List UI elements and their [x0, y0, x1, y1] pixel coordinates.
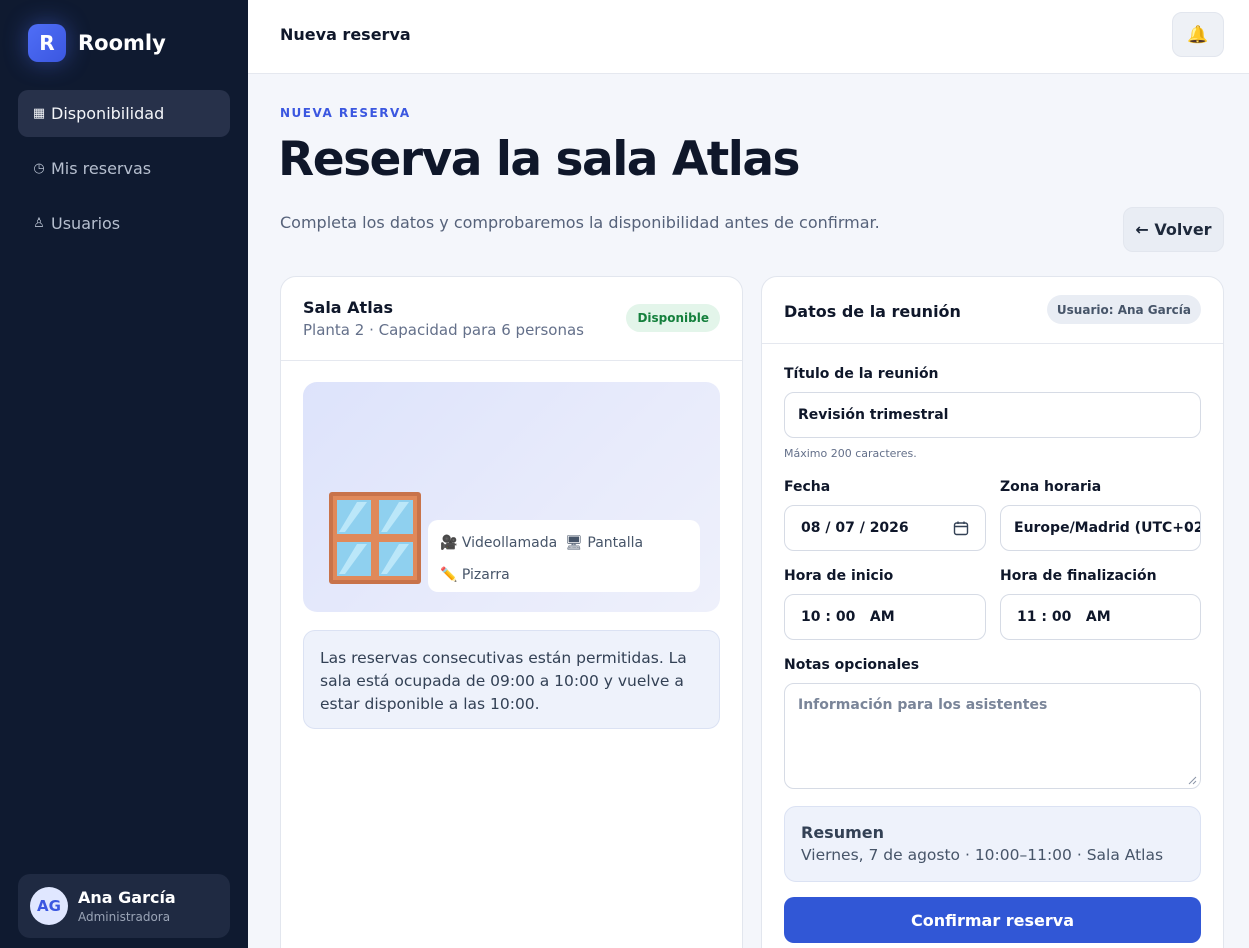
status-badge: Disponible	[626, 304, 720, 332]
sidebar-item-usuarios[interactable]: ♙ Usuarios	[18, 200, 230, 247]
notifications-button[interactable]: 🔔	[1172, 12, 1224, 57]
amenity-videollamada: 🎥 Videollamada	[440, 535, 558, 551]
notes-textarea[interactable]: Información para los asistentes	[784, 683, 1201, 789]
start-time-label: Hora de inicio	[784, 568, 894, 584]
video-camera-icon: 🎥	[440, 535, 458, 551]
room-meta: Planta 2 · Capacidad para 6 personas	[303, 321, 584, 339]
grid-icon: ▦	[32, 106, 46, 121]
eyebrow: NUEVA RESERVA	[280, 106, 411, 120]
pencil-icon: ✏️	[440, 567, 458, 583]
back-button[interactable]: ← Volver	[1123, 207, 1224, 252]
booking-summary: Resumen Viernes, 7 de agosto · 10:00–11:…	[784, 806, 1201, 882]
meeting-title-hint: Máximo 200 caracteres.	[784, 447, 917, 460]
user-info: Ana García Administradora	[78, 888, 176, 924]
sidebar-item-disponibilidad[interactable]: ▦ Disponibilidad	[18, 90, 230, 137]
end-time-input[interactable]: 11 : 00 AM	[1000, 594, 1201, 640]
notes-placeholder: Información para los asistentes	[798, 697, 1048, 713]
topbar-title: Nueva reserva	[280, 25, 411, 44]
chevron-down-icon: ⌄	[1184, 521, 1194, 534]
amenity-pantalla: 🖥 Pantalla	[565, 535, 644, 551]
amenity-pizarra: ✏️ Pizarra	[440, 567, 510, 583]
date-input[interactable]: 08 / 07 / 2026	[784, 505, 986, 551]
topbar: Nueva reserva 🔔	[248, 0, 1249, 74]
page-title: Reserva la sala Atlas	[278, 132, 801, 187]
bell-icon: 🔔	[1187, 24, 1209, 45]
calendar-icon[interactable]	[953, 520, 969, 536]
meeting-title-label: Título de la reunión	[784, 366, 939, 382]
booking-form-card: Datos de la reunión Usuario: Ana García …	[761, 276, 1224, 948]
user-name: Ana García	[78, 888, 176, 907]
brand[interactable]: R Roomly	[28, 24, 166, 62]
sidebar: R Roomly ▦ Disponibilidad ◷ Mis reservas…	[0, 0, 248, 948]
user-pill: Usuario: Ana García	[1046, 295, 1201, 324]
summary-text: Viernes, 7 de agosto · 10:00–11:00 · Sal…	[801, 846, 1164, 864]
timezone-label: Zona horaria	[1000, 479, 1102, 495]
date-value: 08 / 07 / 2026	[801, 520, 909, 536]
screen-icon: 🖥	[565, 535, 583, 551]
room-name: Sala Atlas	[303, 298, 394, 317]
sidebar-item-label: Usuarios	[51, 214, 121, 233]
meeting-title-input[interactable]: Revisión trimestral	[784, 392, 1201, 438]
timezone-select[interactable]: Europe/Madrid (UTC+02:00) ⌄	[1000, 505, 1201, 551]
start-time-value: 10 : 00 AM	[801, 609, 895, 625]
summary-title: Resumen	[801, 823, 884, 842]
notes-label: Notas opcionales	[784, 657, 920, 673]
form-title: Datos de la reunión	[784, 302, 961, 321]
room-card: Sala Atlas Planta 2 · Capacidad para 6 p…	[280, 276, 743, 948]
user-card[interactable]: AG Ana García Administradora	[18, 874, 230, 938]
form-header: Datos de la reunión Usuario: Ana García	[762, 277, 1223, 344]
room-header: Sala Atlas Planta 2 · Capacidad para 6 p…	[281, 277, 742, 361]
user-icon: ♙	[33, 216, 45, 231]
sidebar-item-label: Disponibilidad	[51, 104, 165, 123]
start-time-input[interactable]: 10 : 00 AM	[784, 594, 986, 640]
room-visual: 🎥 Videollamada 🖥 Pantalla ✏️ Pizarra	[303, 382, 720, 612]
user-role: Administradora	[78, 910, 171, 924]
confirm-booking-button[interactable]: Confirmar reserva	[784, 897, 1201, 943]
end-time-value: 11 : 00 AM	[1017, 609, 1111, 625]
availability-notice: Las reservas consecutivas están permitid…	[303, 630, 720, 729]
timezone-value: Europe/Madrid (UTC+02:00)	[1014, 520, 1200, 536]
window-icon	[329, 492, 421, 584]
sidebar-item-label: Mis reservas	[51, 159, 152, 178]
date-label: Fecha	[784, 479, 831, 495]
page-subtitle: Completa los datos y comprobaremos la di…	[280, 213, 880, 232]
amenities-list: 🎥 Videollamada 🖥 Pantalla ✏️ Pizarra	[428, 520, 700, 592]
brand-logo: R	[28, 24, 66, 62]
sidebar-item-mis-reservas[interactable]: ◷ Mis reservas	[18, 145, 230, 192]
end-time-label: Hora de finalización	[1000, 568, 1157, 584]
avatar: AG	[30, 887, 68, 925]
brand-name: Roomly	[78, 31, 166, 55]
resize-handle-icon[interactable]	[1187, 775, 1197, 785]
clock-icon: ◷	[33, 161, 45, 176]
